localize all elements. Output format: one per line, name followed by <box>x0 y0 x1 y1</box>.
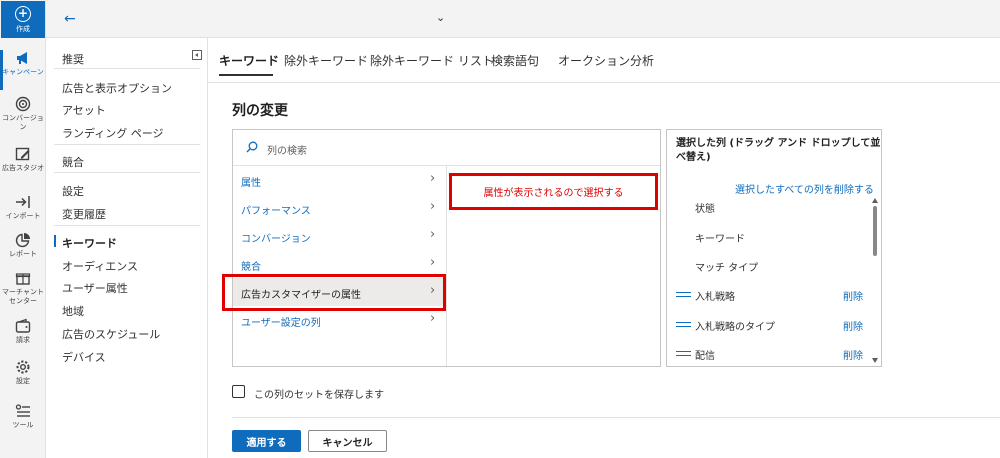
scrollbar[interactable] <box>871 198 879 364</box>
rail-item-merchant-center[interactable]: マーチャント センター <box>0 270 46 306</box>
drag-handle-icon[interactable] <box>676 351 691 356</box>
chevron-right-icon: › <box>430 171 436 186</box>
selected-column-item-draggable[interactable]: 配信 削除 <box>667 344 872 364</box>
left-rail: + 作成 キャンペーン コンバージョン 広告スタジオ インポート レポート マー… <box>0 0 46 458</box>
page-title: 列の変更 <box>232 103 288 119</box>
tab-auction-insights[interactable]: オークション分析 <box>558 52 654 69</box>
drag-handle-icon[interactable] <box>676 322 691 327</box>
nav-item-keywords[interactable]: キーワード <box>62 235 117 251</box>
save-column-set-checkbox[interactable] <box>232 385 245 398</box>
nav-item-settings[interactable]: 設定 <box>62 183 84 199</box>
active-tab-underline <box>219 74 273 76</box>
nav-divider <box>54 68 200 69</box>
selected-column-item: マッチ タイプ <box>695 263 759 274</box>
scroll-down-arrow-icon[interactable] <box>872 358 878 363</box>
selected-column-item-draggable[interactable]: 入札戦略のタイプ 削除 <box>667 315 872 335</box>
chevron-down-icon[interactable]: ⌄ <box>436 11 445 24</box>
tab-negative-keyword-lists[interactable]: 除外キーワード リスト <box>370 52 494 69</box>
nav-item-assets[interactable]: アセット <box>62 102 106 118</box>
tab-negative-keywords[interactable]: 除外キーワード <box>284 52 368 69</box>
target-icon <box>15 96 31 112</box>
nav-item-change-history[interactable]: 変更履歴 <box>62 206 106 222</box>
category-list: 属性 › パフォーマンス › コンバージョン › 競合 › 広告カスタマイザーの属性 › … <box>233 166 447 366</box>
selected-columns-title: 選択した列 (ドラッグ アンド ドロップして並べ替え) <box>676 138 881 163</box>
collapse-panel-icon[interactable] <box>192 50 202 60</box>
footer-divider <box>232 417 1000 418</box>
selected-column-item: キーワード <box>695 234 745 245</box>
pencil-canvas-icon <box>15 147 30 161</box>
tab-bar: キーワード 除外キーワード 除外キーワード リスト 検索語句 オークション分析 <box>208 38 1000 83</box>
column-search-input[interactable]: 列の検索 <box>233 130 660 166</box>
rail-item-reports[interactable]: レポート <box>0 232 46 259</box>
rail-item-tools[interactable]: ツール <box>0 403 46 430</box>
top-bar: ← ⌄ <box>46 0 1000 38</box>
rail-item-ad-studio[interactable]: 広告スタジオ <box>0 146 46 173</box>
tools-list-icon <box>15 404 30 417</box>
nav-divider <box>54 172 200 173</box>
rail-item-settings[interactable]: 設定 <box>0 359 46 386</box>
rail-item-billing[interactable]: 請求 <box>0 318 46 345</box>
rail-item-import[interactable]: インポート <box>0 194 46 221</box>
delete-column-link[interactable]: 削除 <box>843 347 863 362</box>
scroll-up-arrow-icon[interactable] <box>872 198 878 203</box>
back-arrow-icon[interactable]: ← <box>64 11 76 27</box>
gift-box-icon <box>15 273 31 285</box>
save-column-set-label: この列のセットを保存します <box>254 390 384 401</box>
create-button[interactable]: + 作成 <box>1 1 45 38</box>
rail-item-campaign[interactable]: キャンペーン <box>0 50 46 77</box>
nav-item-locations[interactable]: 地域 <box>62 303 84 319</box>
rail-item-conversion[interactable]: コンバージョン <box>0 96 46 132</box>
selected-columns-panel: 選択した列 (ドラッグ アンド ドロップして並べ替え) 選択したすべての列を削除… <box>666 129 882 367</box>
highlight-box <box>222 274 446 311</box>
nav-active-indicator <box>54 235 56 247</box>
tab-keywords[interactable]: キーワード <box>219 52 279 69</box>
remove-all-columns-link[interactable]: 選択したすべての列を削除する <box>735 181 874 196</box>
nav-item-demographics[interactable]: ユーザー属性 <box>62 280 128 296</box>
nav-item-devices[interactable]: デバイス <box>62 349 106 365</box>
side-nav: 推奨 広告と表示オプション アセット ランディング ページ 競合 設定 変更履歴… <box>46 38 208 458</box>
scrollbar-thumb[interactable] <box>873 206 877 256</box>
category-conversions[interactable]: コンバージョン › <box>233 222 446 250</box>
nav-item-landing-pages[interactable]: ランディング ページ <box>62 125 164 141</box>
category-performance[interactable]: パフォーマンス › <box>233 194 446 222</box>
chevron-right-icon: › <box>430 311 436 326</box>
chevron-right-icon: › <box>430 255 436 270</box>
selected-column-item-draggable[interactable]: 入札戦略 削除 <box>667 285 872 305</box>
delete-column-link[interactable]: 削除 <box>843 318 863 333</box>
nav-item-competition[interactable]: 競合 <box>62 154 84 170</box>
nav-divider <box>54 225 200 226</box>
chevron-right-icon: › <box>430 227 436 242</box>
selected-column-item: 状態 <box>695 204 715 215</box>
column-picker-panel: 列の検索 属性 › パフォーマンス › コンバージョン › 競合 › 広告カスタマイザー… <box>232 129 661 367</box>
search-icon <box>246 141 258 153</box>
drag-handle-icon[interactable] <box>676 292 691 297</box>
annotation-callout: 属性が表示されるので選択する <box>449 173 658 210</box>
nav-item-recommendations[interactable]: 推奨 <box>62 51 84 67</box>
apply-button[interactable]: 適用する <box>232 430 301 452</box>
nav-item-audiences[interactable]: オーディエンス <box>62 258 138 274</box>
import-arrow-icon <box>16 196 30 208</box>
category-attributes[interactable]: 属性 › <box>233 166 446 194</box>
search-placeholder: 列の検索 <box>267 146 307 157</box>
megaphone-icon <box>17 52 27 64</box>
nav-item-ads-extensions[interactable]: 広告と表示オプション <box>62 80 172 96</box>
tab-search-terms[interactable]: 検索語句 <box>491 52 539 69</box>
nav-item-ad-schedule[interactable]: 広告のスケジュール <box>62 326 160 342</box>
pie-chart-icon <box>15 233 30 248</box>
chevron-right-icon: › <box>430 199 436 214</box>
wallet-icon <box>15 318 31 333</box>
gear-icon <box>16 360 30 374</box>
plus-icon: + <box>15 5 31 22</box>
app-root: + 作成 キャンペーン コンバージョン 広告スタジオ インポート レポート マー… <box>0 0 1000 458</box>
delete-column-link[interactable]: 削除 <box>843 288 863 303</box>
nav-divider <box>54 144 200 145</box>
create-label: 作成 <box>16 24 30 33</box>
cancel-button[interactable]: キャンセル <box>308 430 387 452</box>
